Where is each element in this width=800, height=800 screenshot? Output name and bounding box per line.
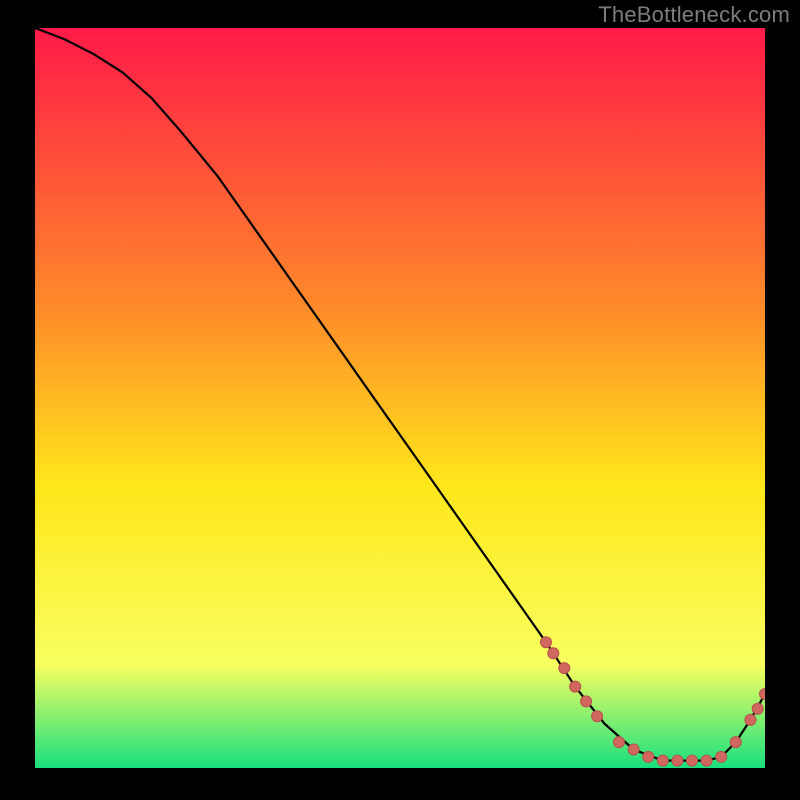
data-marker	[614, 737, 625, 748]
data-marker	[570, 681, 581, 692]
chart-frame: TheBottleneck.com	[0, 0, 800, 800]
data-marker	[752, 703, 763, 714]
data-marker	[745, 714, 756, 725]
chart-svg	[35, 28, 765, 768]
data-marker	[672, 755, 683, 766]
data-marker	[730, 737, 741, 748]
data-marker	[628, 744, 639, 755]
data-marker	[701, 755, 712, 766]
data-marker	[581, 696, 592, 707]
data-marker	[687, 755, 698, 766]
watermark-text: TheBottleneck.com	[598, 2, 790, 28]
plot-area	[35, 28, 765, 768]
gradient-background	[35, 28, 765, 768]
data-marker	[592, 711, 603, 722]
data-marker	[643, 751, 654, 762]
data-marker	[559, 663, 570, 674]
data-marker	[548, 648, 559, 659]
data-marker	[716, 751, 727, 762]
data-marker	[657, 755, 668, 766]
data-marker	[541, 637, 552, 648]
